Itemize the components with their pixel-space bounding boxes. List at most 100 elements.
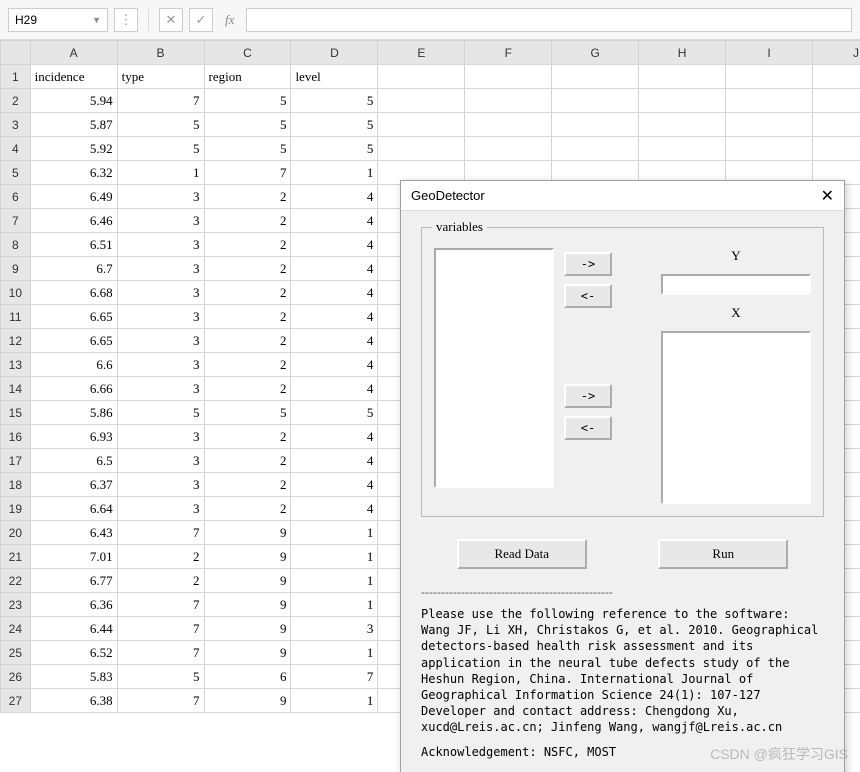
cell[interactable]: 6.44: [30, 617, 117, 641]
cell[interactable]: 2: [204, 425, 291, 449]
column-header[interactable]: G: [552, 41, 639, 65]
cell[interactable]: 4: [291, 257, 378, 281]
row-header[interactable]: 20: [1, 521, 31, 545]
run-button[interactable]: Run: [658, 539, 788, 569]
cell[interactable]: [639, 89, 726, 113]
cell[interactable]: 6.68: [30, 281, 117, 305]
cell[interactable]: 1: [291, 641, 378, 665]
cell[interactable]: [465, 137, 552, 161]
cell[interactable]: level: [291, 65, 378, 89]
cell[interactable]: 5: [204, 113, 291, 137]
cell[interactable]: 2: [204, 257, 291, 281]
cell[interactable]: 6.6: [30, 353, 117, 377]
cell[interactable]: [552, 113, 639, 137]
cell[interactable]: 3: [117, 353, 204, 377]
cell[interactable]: 5: [117, 665, 204, 689]
cell[interactable]: 4: [291, 281, 378, 305]
cell[interactable]: 6.51: [30, 233, 117, 257]
cell[interactable]: 3: [117, 257, 204, 281]
cell[interactable]: 4: [291, 329, 378, 353]
cell[interactable]: 3: [291, 617, 378, 641]
name-box[interactable]: H29 ▼: [8, 8, 108, 32]
cell[interactable]: 3: [117, 305, 204, 329]
cell[interactable]: type: [117, 65, 204, 89]
x-listbox[interactable]: [661, 331, 811, 504]
cell[interactable]: 5.87: [30, 113, 117, 137]
cell[interactable]: [552, 137, 639, 161]
cell[interactable]: [812, 137, 860, 161]
dialog-launcher-icon[interactable]: ⋮: [114, 8, 138, 32]
move-to-x-button[interactable]: ->: [564, 384, 612, 408]
cell[interactable]: 2: [204, 449, 291, 473]
row-header[interactable]: 17: [1, 449, 31, 473]
cell[interactable]: [465, 89, 552, 113]
worksheet[interactable]: ABCDEFGHIJ 1incidencetyperegionlevel25.9…: [0, 40, 860, 772]
cell[interactable]: 7: [117, 593, 204, 617]
column-header[interactable]: B: [117, 41, 204, 65]
move-to-y-button[interactable]: ->: [564, 252, 612, 276]
cell[interactable]: 4: [291, 185, 378, 209]
column-header[interactable]: E: [378, 41, 465, 65]
cell[interactable]: 9: [204, 545, 291, 569]
cell[interactable]: [812, 113, 860, 137]
cell[interactable]: 3: [117, 233, 204, 257]
cell[interactable]: 6.46: [30, 209, 117, 233]
cell[interactable]: 7: [117, 689, 204, 713]
cell[interactable]: 2: [117, 569, 204, 593]
cell[interactable]: 5.86: [30, 401, 117, 425]
y-listbox[interactable]: [661, 274, 811, 295]
row-header[interactable]: 19: [1, 497, 31, 521]
cell[interactable]: 5: [291, 137, 378, 161]
cell[interactable]: 1: [291, 569, 378, 593]
cell[interactable]: 7: [117, 641, 204, 665]
cell[interactable]: 4: [291, 497, 378, 521]
cell[interactable]: 1: [117, 161, 204, 185]
variables-listbox[interactable]: [434, 248, 554, 488]
row-header[interactable]: 10: [1, 281, 31, 305]
cell[interactable]: 6.43: [30, 521, 117, 545]
cell[interactable]: 2: [204, 497, 291, 521]
cell[interactable]: [552, 65, 639, 89]
row-header[interactable]: 2: [1, 89, 31, 113]
row-header[interactable]: 14: [1, 377, 31, 401]
column-header[interactable]: C: [204, 41, 291, 65]
read-data-button[interactable]: Read Data: [457, 539, 587, 569]
cell[interactable]: [465, 65, 552, 89]
cell[interactable]: 1: [291, 545, 378, 569]
cell[interactable]: 4: [291, 353, 378, 377]
cell[interactable]: 6.49: [30, 185, 117, 209]
cell[interactable]: 4: [291, 425, 378, 449]
cell[interactable]: 5.83: [30, 665, 117, 689]
cell[interactable]: 5: [117, 401, 204, 425]
column-header[interactable]: H: [639, 41, 726, 65]
cell[interactable]: 6: [204, 665, 291, 689]
cell[interactable]: 6.93: [30, 425, 117, 449]
close-icon[interactable]: ✕: [821, 186, 834, 206]
row-header[interactable]: 7: [1, 209, 31, 233]
cell[interactable]: 2: [204, 305, 291, 329]
cell[interactable]: 6.65: [30, 329, 117, 353]
cell[interactable]: 6.37: [30, 473, 117, 497]
cell[interactable]: [726, 89, 813, 113]
cell[interactable]: 5: [291, 401, 378, 425]
cell[interactable]: 1: [291, 593, 378, 617]
remove-from-x-button[interactable]: <-: [564, 416, 612, 440]
cell[interactable]: 2: [204, 209, 291, 233]
cell[interactable]: 1: [291, 689, 378, 713]
cell[interactable]: 3: [117, 377, 204, 401]
row-header[interactable]: 8: [1, 233, 31, 257]
row-header[interactable]: 3: [1, 113, 31, 137]
row-header[interactable]: 5: [1, 161, 31, 185]
cell[interactable]: 4: [291, 377, 378, 401]
row-header[interactable]: 26: [1, 665, 31, 689]
cell[interactable]: 9: [204, 521, 291, 545]
cell[interactable]: 5.94: [30, 89, 117, 113]
cell[interactable]: 6.65: [30, 305, 117, 329]
cell[interactable]: 6.36: [30, 593, 117, 617]
row-header[interactable]: 22: [1, 569, 31, 593]
name-box-dropdown-icon[interactable]: ▼: [92, 15, 101, 25]
cell[interactable]: [639, 137, 726, 161]
cell[interactable]: 3: [117, 449, 204, 473]
cell[interactable]: 2: [204, 281, 291, 305]
cell[interactable]: 9: [204, 593, 291, 617]
